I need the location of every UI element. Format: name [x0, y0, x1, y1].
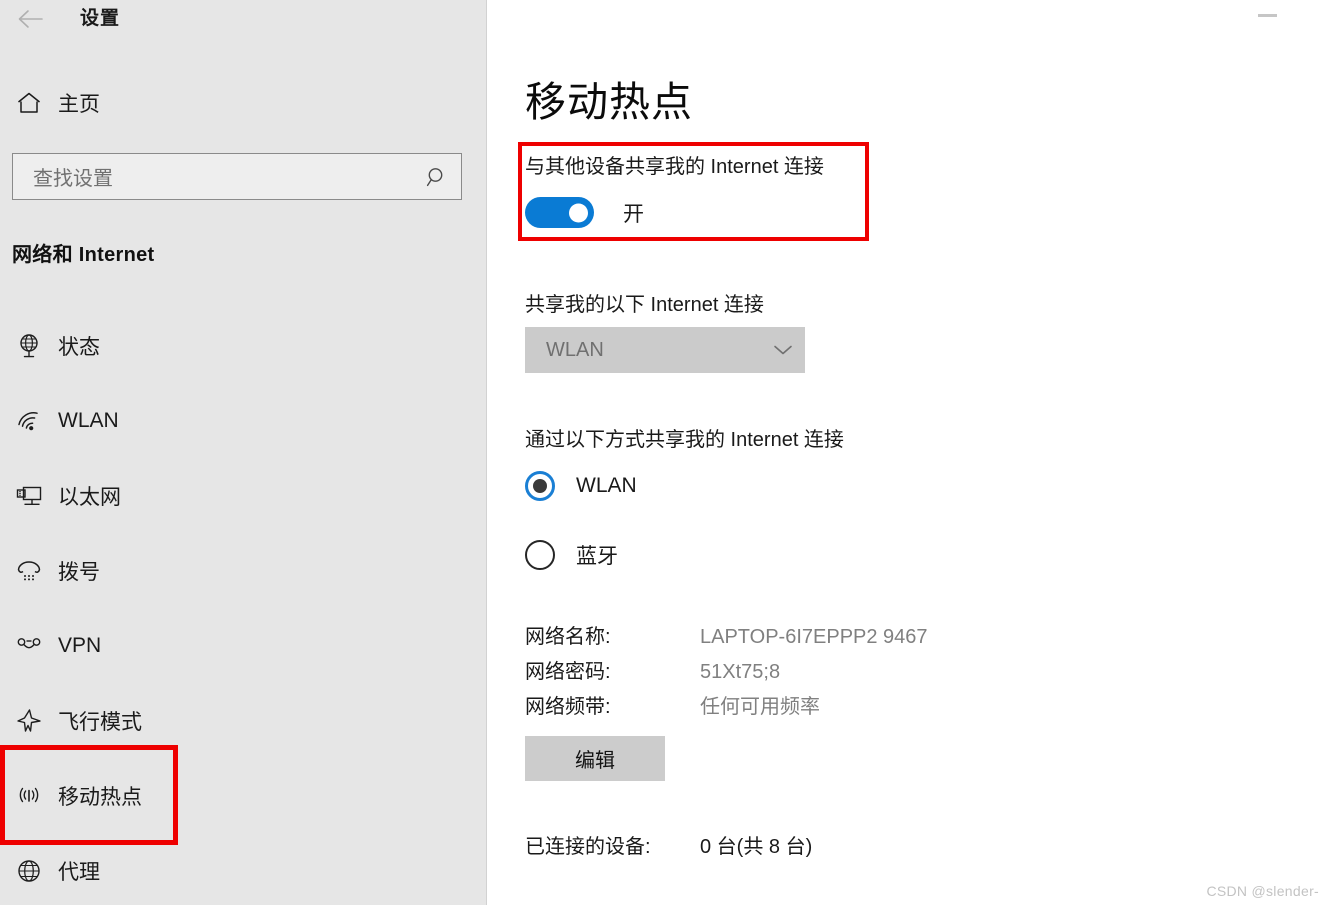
settings-window: 设置 主页 查找设置 网络和 Internet 状态 WLAN 以太网 拨号 V…	[0, 0, 1328, 905]
sidebar: 设置 主页 查找设置 网络和 Internet 状态 WLAN 以太网 拨号 V…	[0, 0, 487, 905]
sidebar-item-wlan[interactable]: WLAN	[0, 383, 487, 458]
ethernet-icon	[0, 482, 58, 510]
search-icon[interactable]	[413, 165, 461, 189]
radio-button-wlan[interactable]	[525, 471, 555, 501]
home-icon	[0, 91, 58, 115]
content-pane: 移动热点 与其他设备共享我的 Internet 连接 开 共享我的以下 Inte…	[488, 0, 1328, 905]
network-info-key: 网络频带:	[525, 696, 611, 718]
share-internet-label: 与其他设备共享我的 Internet 连接	[525, 156, 824, 178]
toggle-knob	[569, 203, 588, 222]
network-info-key: 网络名称:	[525, 626, 611, 648]
radio-button-bluetooth[interactable]	[525, 540, 555, 570]
sidebar-item-label: 状态	[58, 335, 100, 359]
share-from-dropdown[interactable]: WLAN	[525, 327, 805, 373]
minimize-icon	[1257, 13, 1277, 17]
sidebar-item-airplane-mode[interactable]: 飞行模式	[0, 683, 487, 758]
network-info-table: 网络名称: LAPTOP-6I7EPPP2 9467 网络密码: 51Xt75;…	[525, 620, 928, 725]
network-info-row: 网络名称: LAPTOP-6I7EPPP2 9467	[525, 620, 928, 655]
sidebar-item-label: WLAN	[58, 408, 119, 432]
sidebar-item-label: 拨号	[58, 560, 100, 584]
connected-devices-value: 0 台(共 8 台)	[700, 836, 813, 858]
back-arrow-icon[interactable]	[12, 2, 48, 36]
search-input[interactable]: 查找设置	[12, 153, 462, 200]
vpn-icon	[0, 632, 58, 660]
proxy-globe-icon	[0, 857, 58, 885]
network-info-value: 51Xt75;8	[700, 661, 781, 683]
sidebar-item-label: 以太网	[58, 485, 121, 509]
dialup-phone-icon	[0, 557, 58, 585]
sidebar-item-ethernet[interactable]: 以太网	[0, 458, 487, 533]
share-internet-toggle-row: 开	[525, 197, 875, 228]
chevron-down-icon	[761, 343, 805, 357]
share-from-label: 共享我的以下 Internet 连接	[525, 294, 764, 316]
sidebar-titlebar: 设置	[0, 0, 487, 42]
sidebar-item-label: 飞行模式	[58, 710, 142, 734]
app-title: 设置	[80, 8, 121, 29]
share-from-selected-value: WLAN	[546, 338, 604, 361]
sidebar-item-vpn[interactable]: VPN	[0, 608, 487, 683]
sidebar-nav-list: 状态 WLAN 以太网 拨号 VPN 飞行模式 移动热点 代理	[0, 308, 487, 905]
connected-devices-key: 已连接的设备:	[525, 836, 651, 858]
sidebar-item-label: 移动热点	[58, 785, 142, 809]
home-label: 主页	[58, 93, 100, 116]
sidebar-item-proxy[interactable]: 代理	[0, 833, 487, 905]
radio-label: WLAN	[576, 474, 637, 497]
wifi-icon	[0, 407, 58, 435]
network-info-key: 网络密码:	[525, 661, 611, 683]
minimize-button[interactable]	[1244, 0, 1290, 30]
share-over-label: 通过以下方式共享我的 Internet 连接	[525, 429, 844, 451]
radio-option-wlan[interactable]: WLAN	[525, 466, 637, 506]
share-internet-toggle[interactable]	[525, 197, 594, 228]
sidebar-item-label: 代理	[58, 860, 100, 884]
watermark: CSDN @slender-	[1206, 883, 1319, 899]
sidebar-section-heading: 网络和 Internet	[12, 244, 155, 266]
network-info-value: LAPTOP-6I7EPPP2 9467	[700, 626, 928, 648]
radio-label: 蓝牙	[576, 545, 618, 568]
hotspot-icon	[0, 782, 58, 810]
share-over-radio-group: WLAN 蓝牙	[525, 466, 637, 604]
sidebar-item-mobile-hotspot[interactable]: 移动热点	[0, 758, 487, 833]
sidebar-item-label: VPN	[58, 633, 102, 657]
sidebar-item-dialup[interactable]: 拨号	[0, 533, 487, 608]
share-internet-section: 与其他设备共享我的 Internet 连接 开	[525, 150, 875, 228]
network-info-row: 网络频带: 任何可用频率	[525, 690, 928, 725]
toggle-state-label: 开	[623, 202, 644, 226]
airplane-icon	[0, 707, 58, 735]
sidebar-item-home[interactable]: 主页	[0, 80, 487, 126]
search-placeholder: 查找设置	[33, 168, 113, 190]
connected-devices-row: 已连接的设备: 0 台(共 8 台)	[525, 830, 812, 859]
network-info-value: 任何可用频率	[700, 696, 820, 718]
network-info-row: 网络密码: 51Xt75;8	[525, 655, 928, 690]
radio-option-bluetooth[interactable]: 蓝牙	[525, 535, 637, 575]
sidebar-item-status[interactable]: 状态	[0, 308, 487, 383]
page-title: 移动热点	[525, 79, 693, 125]
edit-button[interactable]: 编辑	[525, 736, 665, 781]
globe-status-icon	[0, 332, 58, 360]
